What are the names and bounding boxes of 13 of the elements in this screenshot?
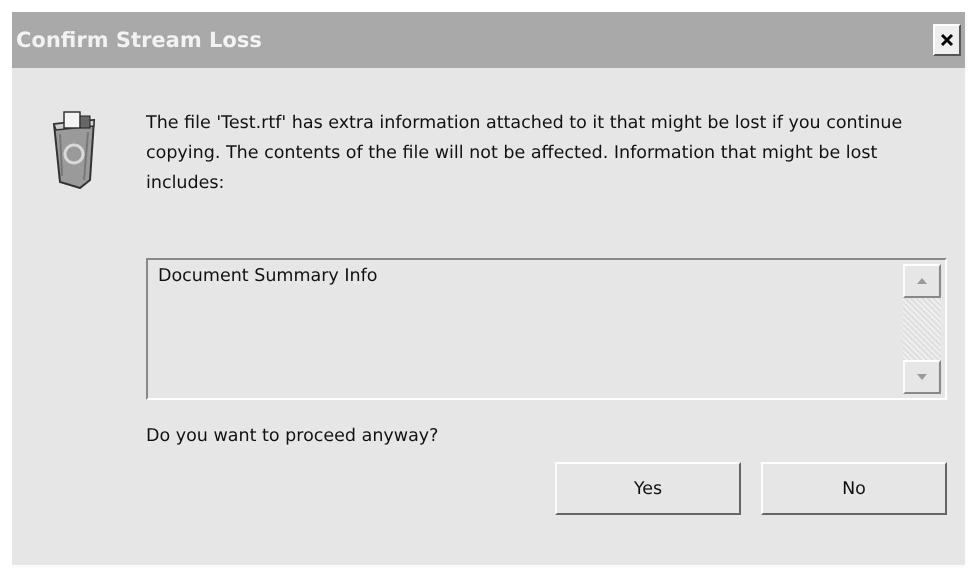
down-arrow-icon xyxy=(917,374,927,380)
window-title: Confirm Stream Loss xyxy=(16,28,262,52)
no-button[interactable]: No xyxy=(761,462,947,515)
scroll-up-button[interactable] xyxy=(903,264,941,298)
scroll-down-button[interactable] xyxy=(903,360,941,394)
list-item[interactable]: Document Summary Info xyxy=(158,266,893,286)
warning-message: The file 'Test.rtf' has extra information attached to it that might be lost if you continue copying. The contents of the file will not be affected. Information that might be lost includes: xyxy=(146,112,904,195)
yes-button[interactable]: Yes xyxy=(555,462,741,515)
up-arrow-icon xyxy=(917,278,927,284)
close-icon xyxy=(940,33,954,47)
question-text: Do you want to proceed anyway? xyxy=(146,426,440,446)
list-box[interactable]: Document Summary Info xyxy=(146,258,947,400)
close-button[interactable] xyxy=(933,24,961,56)
